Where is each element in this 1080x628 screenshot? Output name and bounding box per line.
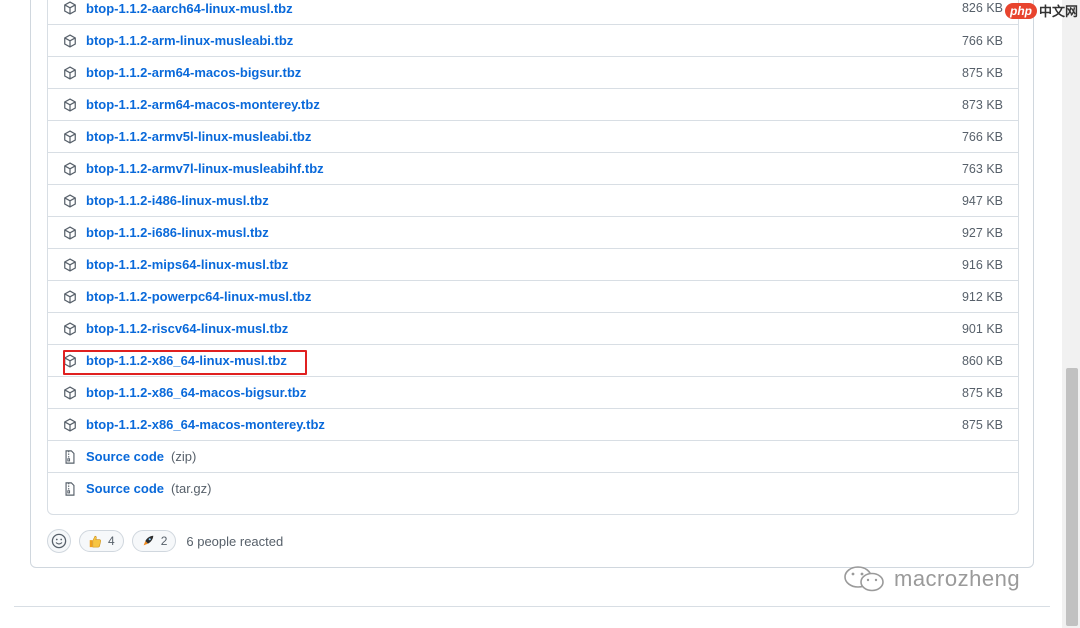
asset-row: btop-1.1.2-riscv64-linux-musl.tbz 901 KB — [48, 312, 1018, 344]
package-icon — [63, 97, 77, 112]
asset-row: btop-1.1.2-arm64-macos-monterey.tbz 873 … — [48, 88, 1018, 120]
asset-link[interactable]: btop-1.1.2-i486-linux-musl.tbz — [86, 193, 269, 208]
rocket-reaction[interactable]: 2 — [131, 530, 177, 552]
asset-row: btop-1.1.2-armv5l-linux-musleabi.tbz 766… — [48, 120, 1018, 152]
asset-link[interactable]: btop-1.1.2-powerpc64-linux-musl.tbz — [86, 289, 311, 304]
asset-size: 947 KB — [961, 193, 1003, 208]
asset-link[interactable]: btop-1.1.2-x86_64-macos-monterey.tbz — [86, 417, 325, 432]
asset-size: 901 KB — [961, 321, 1003, 336]
smiley-icon — [51, 533, 67, 549]
asset-row: btop-1.1.2-mips64-linux-musl.tbz 916 KB — [48, 248, 1018, 280]
package-icon — [63, 65, 77, 80]
php-cn-watermark: php 中文网 — [1004, 1, 1078, 20]
thumbs-up-icon — [89, 535, 101, 548]
add-reaction-button[interactable] — [47, 529, 71, 553]
package-icon — [63, 33, 77, 48]
asset-link[interactable]: btop-1.1.2-riscv64-linux-musl.tbz — [86, 321, 288, 336]
asset-size: 873 KB — [961, 97, 1003, 112]
wechat-watermark: macrozheng — [842, 564, 1020, 594]
asset-link[interactable]: btop-1.1.2-arm64-macos-monterey.tbz — [86, 97, 320, 112]
package-icon — [63, 129, 77, 144]
highlight-annotation — [63, 350, 307, 375]
release-card: btop-1.1.2-aarch64-linux-musl.tbz 826 KB… — [30, 0, 1034, 568]
source-row-targz: Source code (tar.gz) — [48, 472, 1018, 504]
asset-row: btop-1.1.2-arm-linux-musleabi.tbz 766 KB — [48, 24, 1018, 56]
source-code-zip-link[interactable]: Source code — [86, 449, 164, 464]
asset-size: 766 KB — [961, 129, 1003, 144]
asset-size: 763 KB — [961, 161, 1003, 176]
php-cn-text: 中文网 — [1038, 4, 1078, 19]
package-icon — [63, 289, 77, 304]
asset-size: 875 KB — [961, 65, 1003, 80]
package-icon — [63, 193, 77, 208]
asset-link[interactable]: btop-1.1.2-x86_64-macos-bigsur.tbz — [86, 385, 306, 400]
asset-link[interactable]: btop-1.1.2-aarch64-linux-musl.tbz — [86, 1, 293, 16]
asset-size: 875 KB — [961, 417, 1003, 432]
source-code-targz-link[interactable]: Source code — [86, 481, 164, 496]
asset-row: btop-1.1.2-i486-linux-musl.tbz 947 KB — [48, 184, 1018, 216]
asset-row: btop-1.1.2-arm64-macos-bigsur.tbz 875 KB — [48, 56, 1018, 88]
asset-size: 860 KB — [961, 353, 1003, 368]
asset-link[interactable]: btop-1.1.2-arm-linux-musleabi.tbz — [86, 33, 293, 48]
asset-size: 826 KB — [961, 1, 1003, 15]
package-icon — [63, 417, 77, 432]
asset-link[interactable]: btop-1.1.2-i686-linux-musl.tbz — [86, 225, 269, 240]
reactions-bar: 4 2 6 people reacted — [47, 529, 283, 553]
source-row-zip: Source code (zip) — [48, 440, 1018, 472]
source-format: (tar.gz) — [171, 481, 212, 496]
asset-size: 875 KB — [961, 385, 1003, 400]
asset-row: btop-1.1.2-x86_64-macos-bigsur.tbz 875 K… — [48, 376, 1018, 408]
asset-size: 912 KB — [961, 289, 1003, 304]
assets-list: btop-1.1.2-aarch64-linux-musl.tbz 826 KB… — [47, 0, 1019, 515]
file-zip-icon — [63, 481, 77, 496]
asset-row: btop-1.1.2-powerpc64-linux-musl.tbz 912 … — [48, 280, 1018, 312]
package-icon — [63, 225, 77, 240]
watermark-author: macrozheng — [894, 566, 1021, 591]
scrollbar-thumb[interactable] — [1066, 368, 1078, 626]
wechat-icon — [844, 566, 884, 592]
asset-row: btop-1.1.2-i686-linux-musl.tbz 927 KB — [48, 216, 1018, 248]
package-icon — [63, 257, 77, 272]
section-divider — [14, 606, 1050, 607]
package-icon — [63, 321, 77, 336]
file-zip-icon — [63, 449, 77, 464]
package-icon — [63, 1, 77, 15]
asset-link[interactable]: btop-1.1.2-armv5l-linux-musleabi.tbz — [86, 129, 311, 144]
rocket-icon — [143, 535, 153, 546]
asset-row: btop-1.1.2-x86_64-macos-monterey.tbz 875… — [48, 408, 1018, 440]
rocket-count: 2 — [160, 534, 168, 548]
package-icon — [63, 385, 77, 400]
thumbs-up-reaction[interactable]: 4 — [79, 530, 124, 552]
asset-size: 927 KB — [961, 225, 1003, 240]
source-format: (zip) — [171, 449, 197, 464]
package-icon — [63, 161, 77, 176]
asset-row: btop-1.1.2-armv7l-linux-musleabihf.tbz 7… — [48, 152, 1018, 184]
asset-row: btop-1.1.2-aarch64-linux-musl.tbz 826 KB — [48, 0, 1018, 24]
php-logo: php — [1004, 2, 1037, 19]
asset-link[interactable]: btop-1.1.2-arm64-macos-bigsur.tbz — [86, 65, 301, 80]
reaction-summary: 6 people reacted — [186, 533, 284, 549]
asset-link[interactable]: btop-1.1.2-mips64-linux-musl.tbz — [86, 257, 288, 272]
asset-link[interactable]: btop-1.1.2-armv7l-linux-musleabihf.tbz — [86, 161, 324, 176]
asset-size: 916 KB — [961, 257, 1003, 272]
asset-size: 766 KB — [961, 33, 1003, 48]
thumbs-up-count: 4 — [108, 534, 115, 548]
